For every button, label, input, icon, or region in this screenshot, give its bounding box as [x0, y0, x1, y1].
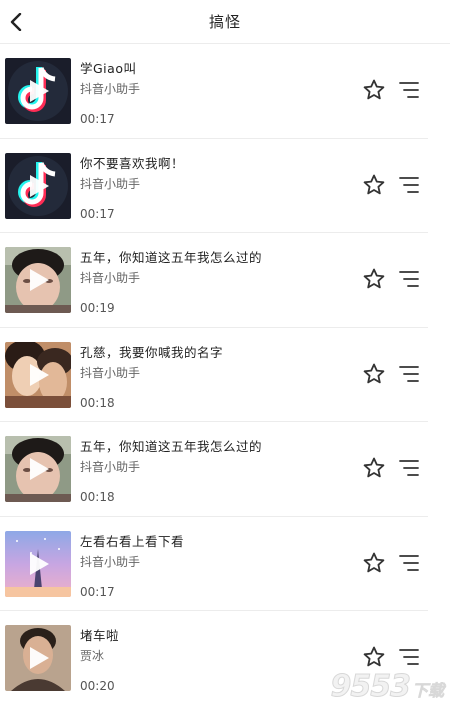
back-arrow-icon[interactable] — [4, 10, 28, 34]
item-duration: 00:20 — [80, 679, 115, 693]
list-item[interactable]: 学Giao叫 抖音小助手 00:17 — [0, 44, 428, 139]
play-icon — [30, 647, 49, 669]
item-duration: 00:17 — [80, 584, 115, 599]
favorite-star-icon[interactable] — [362, 551, 386, 575]
play-icon — [30, 458, 49, 480]
playlist-menu-icon[interactable] — [398, 269, 420, 289]
list-item[interactable]: 五年，你知道这五年我怎么过的 抖音小助手 00:18 — [0, 422, 428, 517]
play-icon — [30, 363, 49, 386]
item-title[interactable]: 学Giao叫 — [80, 58, 136, 77]
item-author: 抖音小助手 — [80, 554, 141, 569]
item-title[interactable]: 左看右看上看下看 — [80, 531, 184, 550]
watermark-text: 下载 — [411, 681, 445, 701]
playlist-menu-icon[interactable] — [398, 80, 420, 100]
play-icon — [30, 269, 49, 291]
thumbnail-face-photo[interactable] — [5, 436, 71, 502]
list-item[interactable]: 孔慈，我要你喊我的名字 抖音小助手 00:18 — [0, 328, 428, 422]
playlist-menu-icon[interactable] — [398, 364, 420, 384]
playlist-menu-icon[interactable] — [398, 175, 420, 195]
play-icon — [30, 174, 49, 197]
item-author: 贾冰 — [80, 649, 105, 663]
top-bar: 搞怪 — [0, 0, 450, 44]
play-icon — [30, 80, 49, 102]
favorite-star-icon[interactable] — [362, 78, 386, 102]
item-title[interactable]: 孔慈，我要你喊我的名字 — [80, 342, 223, 361]
item-title[interactable]: 堵车啦 — [80, 625, 119, 644]
playlist-menu-icon[interactable] — [398, 458, 420, 478]
item-duration: 00:17 — [80, 112, 115, 126]
item-author: 抖音小助手 — [80, 271, 141, 285]
watermark-number: 9553 — [330, 669, 411, 704]
list-item[interactable]: 你不要喜欢我啊！ 抖音小助手 00:17 — [0, 139, 428, 233]
thumbnail-tiktok-logo[interactable] — [5, 152, 71, 219]
item-title[interactable]: 五年，你知道这五年我怎么过的 — [80, 436, 262, 455]
item-duration: 00:19 — [80, 301, 115, 315]
thumbnail-face-photo[interactable] — [5, 247, 71, 313]
playlist-menu-icon[interactable] — [398, 553, 420, 573]
item-title[interactable]: 你不要喜欢我啊！ — [80, 153, 184, 172]
item-author: 抖音小助手 — [80, 176, 141, 191]
item-title[interactable]: 五年，你知道这五年我怎么过的 — [80, 247, 262, 266]
list-item[interactable]: 五年，你知道这五年我怎么过的 抖音小助手 00:19 — [0, 233, 428, 328]
favorite-star-icon[interactable] — [362, 645, 386, 669]
item-author: 抖音小助手 — [80, 460, 141, 474]
favorite-star-icon[interactable] — [362, 456, 386, 480]
favorite-star-icon[interactable] — [362, 362, 386, 386]
item-duration: 00:18 — [80, 395, 115, 410]
favorite-star-icon[interactable] — [362, 173, 386, 197]
audio-list: 学Giao叫 抖音小助手 00:17 你不要喜欢我啊！ 抖音小助手 00:17 — [0, 44, 450, 706]
item-duration: 00:18 — [80, 490, 115, 504]
play-icon — [30, 552, 49, 575]
item-author: 抖音小助手 — [80, 365, 141, 380]
thumbnail-eiffel-sky[interactable] — [5, 530, 71, 597]
favorite-star-icon[interactable] — [362, 267, 386, 291]
thumbnail-man-portrait[interactable] — [5, 625, 71, 691]
thumbnail-drama-still[interactable] — [5, 341, 71, 408]
thumbnail-tiktok-logo[interactable] — [5, 58, 71, 124]
playlist-menu-icon[interactable] — [398, 647, 420, 667]
list-item[interactable]: 左看右看上看下看 抖音小助手 00:17 — [0, 517, 428, 611]
item-duration: 00:17 — [80, 206, 115, 221]
site-watermark: 9553 下载 — [330, 670, 444, 702]
page-title: 搞怪 — [208, 13, 241, 31]
item-author: 抖音小助手 — [80, 82, 141, 96]
